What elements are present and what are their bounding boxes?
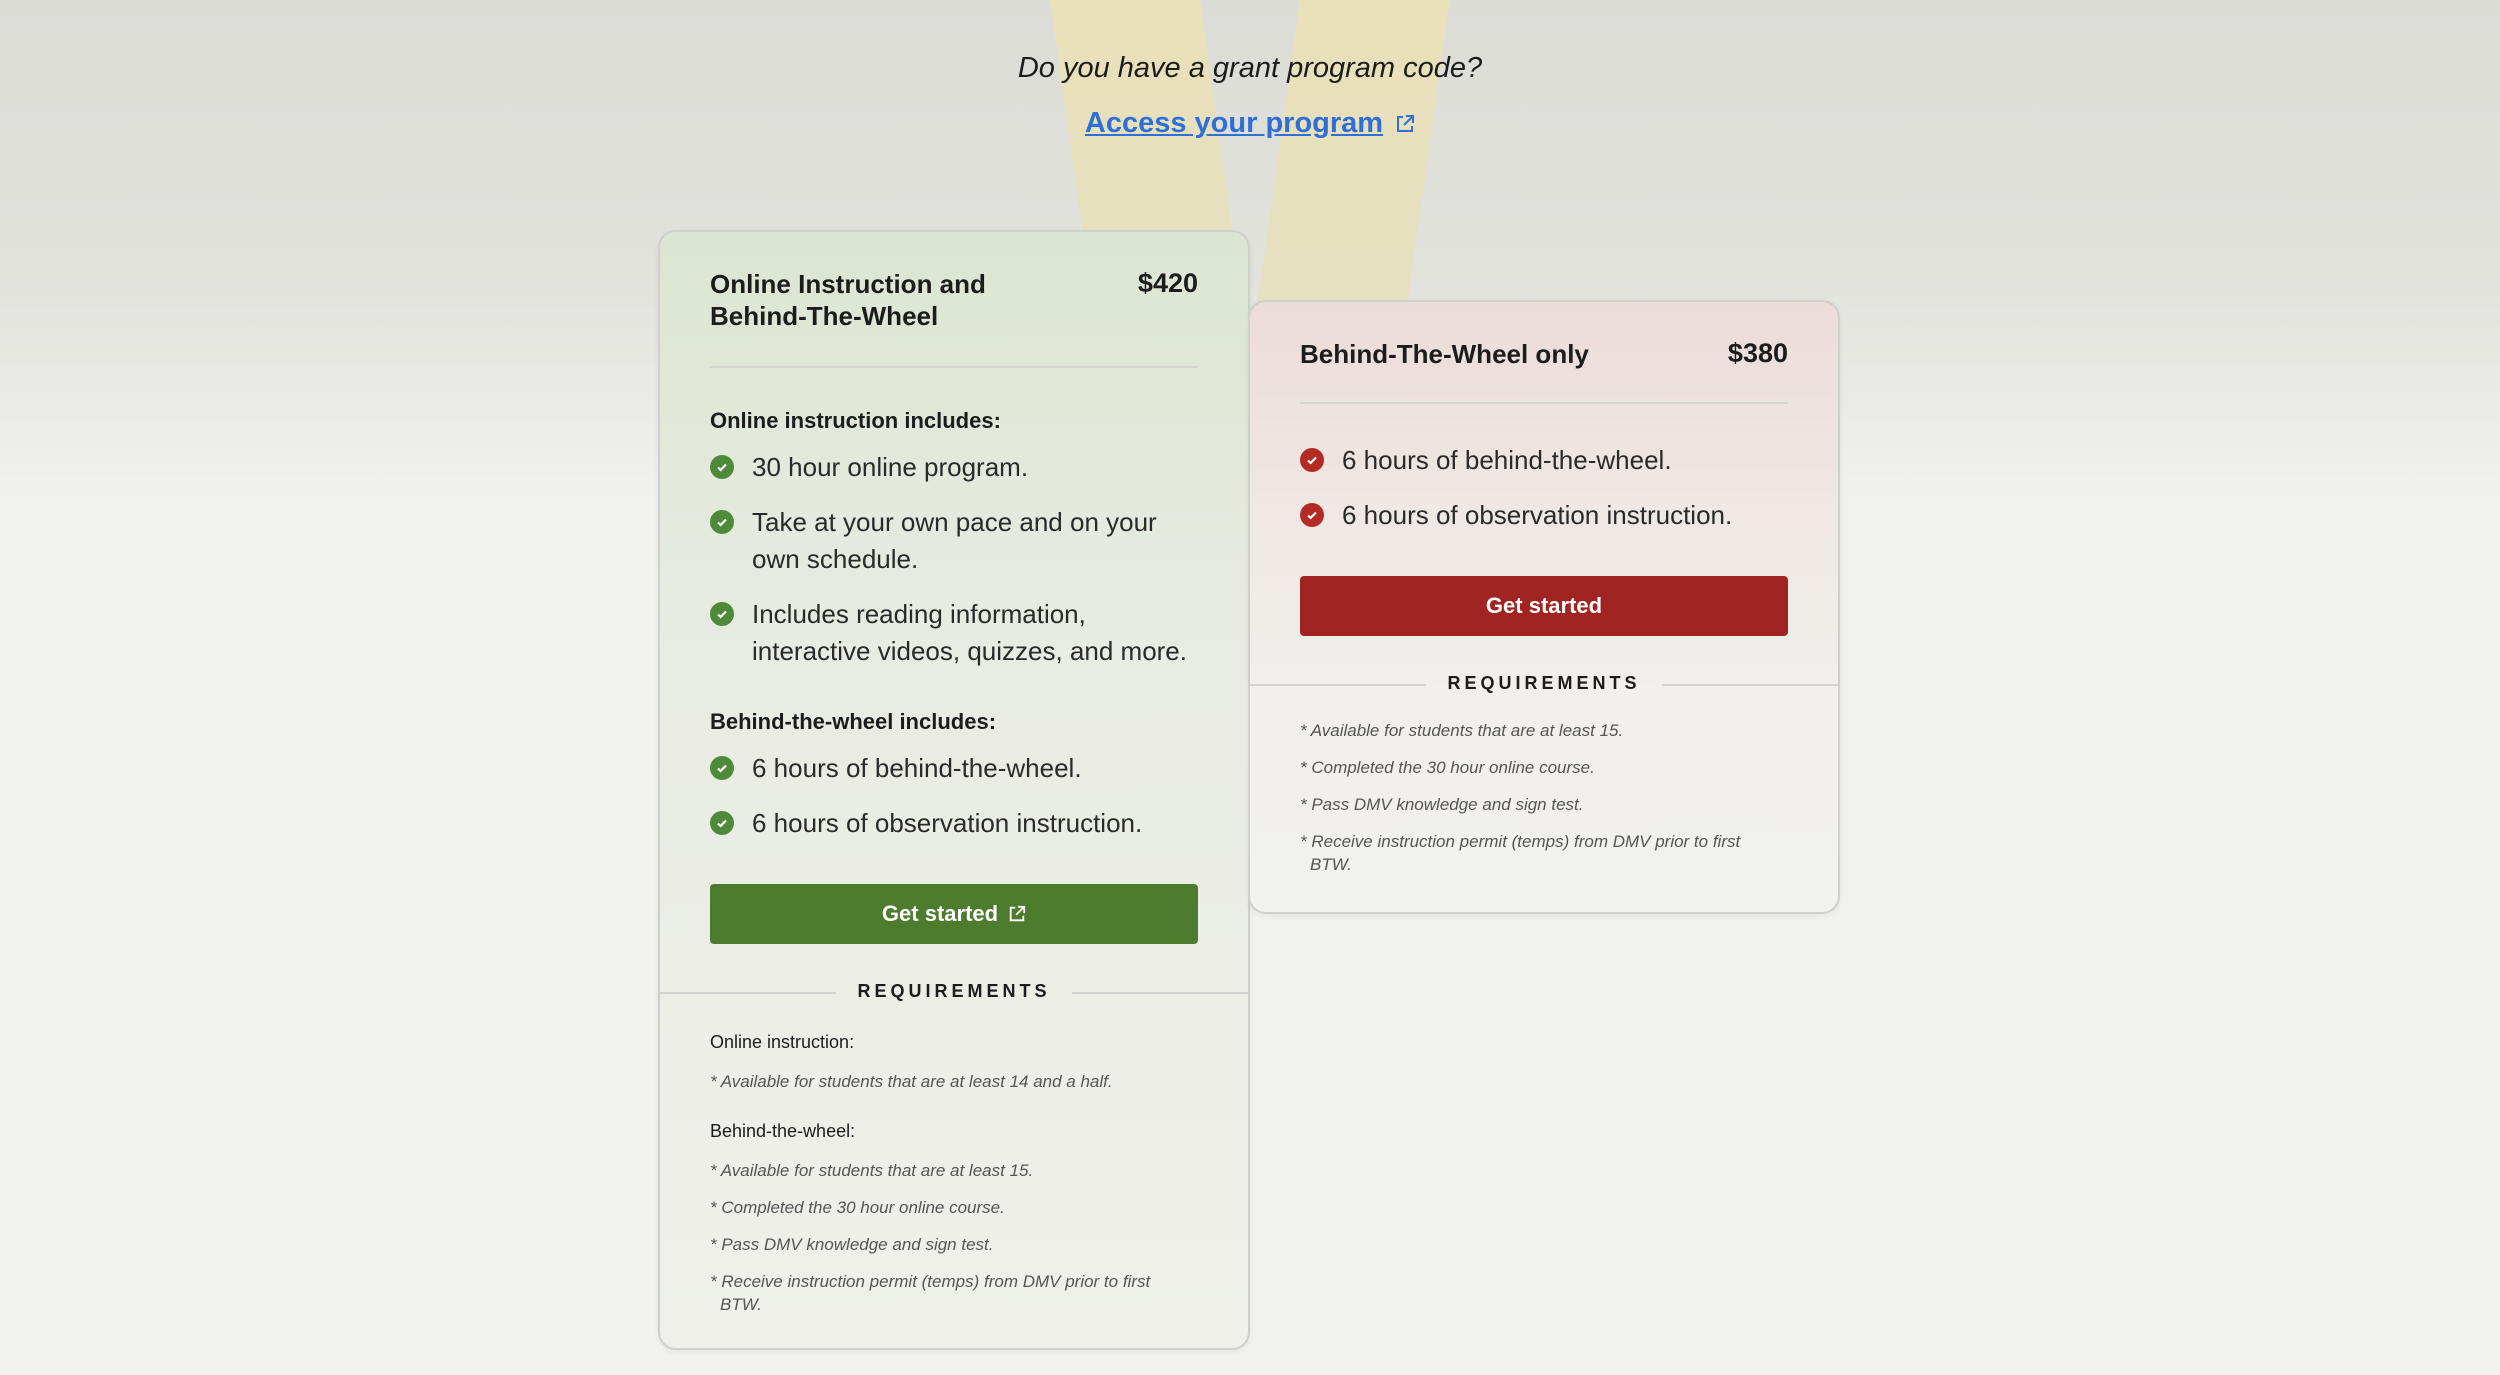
feature-item: 6 hours of behind-the-wheel. (1300, 442, 1798, 479)
access-program-link-label: Access your program (1084, 107, 1384, 139)
feature-text: 6 hours of behind-the-wheel. (1342, 445, 1672, 475)
plan-header: Online Instruction and Behind-The-Wheel … (710, 268, 1198, 332)
btw-includes-heading: Behind-the-wheel includes: (710, 709, 997, 734)
get-started-button[interactable]: Get started (710, 884, 1198, 944)
get-started-label: Get started (1485, 593, 1603, 618)
req-item: * Completed the 30 hour online course. (1300, 758, 1595, 777)
req-online-heading: Online instruction: (710, 1032, 855, 1052)
feature-text: 30 hour online program. (752, 452, 1029, 482)
divider (1300, 402, 1788, 404)
divider (710, 366, 1198, 368)
check-icon (710, 756, 734, 780)
external-link-icon (1397, 114, 1415, 132)
requirements-divider: REQUIREMENTS (660, 979, 1248, 1007)
plan-price: $420 (1137, 268, 1198, 298)
feature-text: Includes reading information, interactiv… (752, 599, 1187, 666)
feature-item: Take at your own pace and on your own sc… (710, 504, 1208, 578)
grant-question: Do you have a grant program code? (1017, 52, 1483, 84)
requirements-divider: REQUIREMENTS (1250, 671, 1838, 699)
requirements-label: REQUIREMENTS (857, 981, 1051, 1001)
feature-item: 30 hour online program. (710, 449, 1208, 486)
check-icon (710, 602, 734, 626)
feature-text: 6 hours of observation instruction. (1342, 500, 1733, 530)
req-btw-heading: Behind-the-wheel: (710, 1121, 856, 1141)
req-item: * Receive instruction permit (temps) fro… (1300, 832, 1741, 874)
check-icon (1300, 448, 1324, 472)
external-link-icon (1009, 905, 1026, 922)
check-icon (710, 510, 734, 534)
get-started-label: Get started (881, 901, 999, 926)
plan-title: Online Instruction and Behind-The-Wheel (710, 269, 986, 331)
req-item: * Pass DMV knowledge and sign test. (1300, 795, 1584, 814)
feature-text: 6 hours of behind-the-wheel. (752, 753, 1082, 783)
feature-text: Take at your own pace and on your own sc… (752, 507, 1157, 574)
plan-title: Behind-The-Wheel only (1300, 339, 1589, 369)
grant-section: Do you have a grant program code? Access… (0, 52, 2500, 140)
requirements-label: REQUIREMENTS (1447, 673, 1641, 693)
plan-card-online-and-btw: Online Instruction and Behind-The-Wheel … (658, 230, 1250, 1350)
req-item: * Pass DMV knowledge and sign test. (710, 1235, 994, 1254)
access-program-link[interactable]: Access your program (1085, 107, 1415, 140)
feature-item: 6 hours of observation instruction. (1300, 497, 1798, 534)
check-icon (710, 811, 734, 835)
plan-card-btw-only: Behind-The-Wheel only $380 6 hours of be… (1248, 300, 1840, 914)
feature-item: 6 hours of behind-the-wheel. (710, 750, 1208, 787)
get-started-button[interactable]: Get started (1300, 576, 1788, 636)
req-item: * Completed the 30 hour online course. (710, 1198, 1005, 1217)
req-item: * Available for students that are at lea… (710, 1072, 1113, 1091)
check-icon (1300, 503, 1324, 527)
online-includes-heading: Online instruction includes: (710, 408, 1001, 433)
plan-price: $380 (1727, 338, 1788, 368)
req-item: * Receive instruction permit (temps) fro… (710, 1272, 1151, 1314)
req-item: * Available for students that are at lea… (710, 1161, 1034, 1180)
feature-text: 6 hours of observation instruction. (752, 808, 1143, 838)
check-icon (710, 455, 734, 479)
feature-item: Includes reading information, interactiv… (710, 596, 1208, 670)
plan-header: Behind-The-Wheel only $380 (1300, 338, 1788, 370)
req-item: * Available for students that are at lea… (1300, 721, 1624, 740)
feature-item: 6 hours of observation instruction. (710, 805, 1208, 842)
